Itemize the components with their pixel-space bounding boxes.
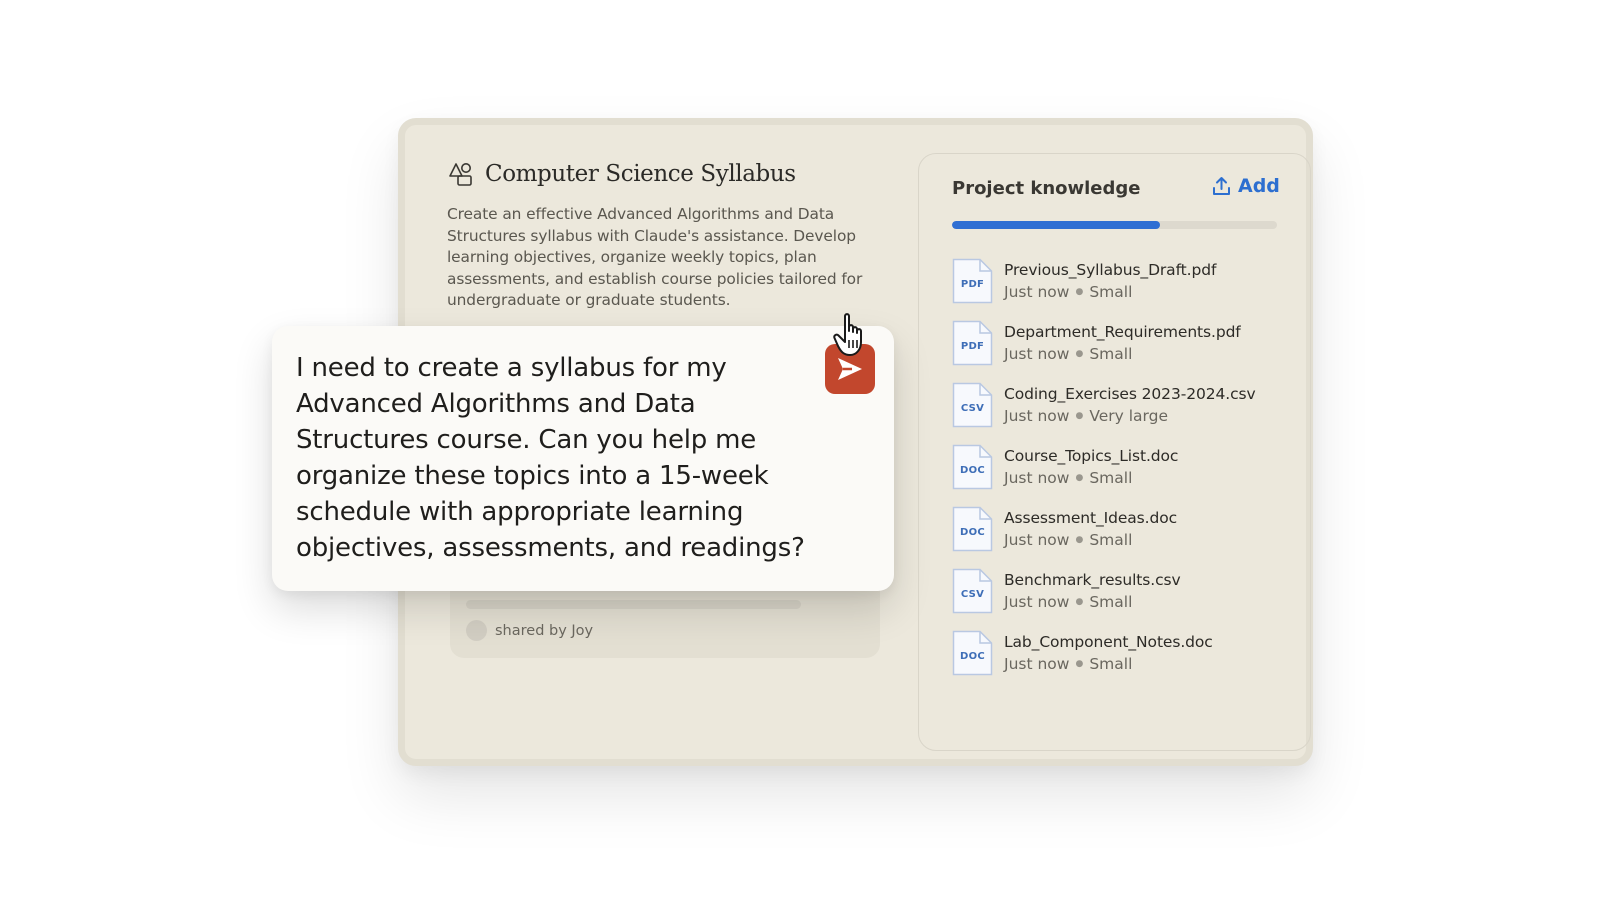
file-meta: Just now ● Very large	[1004, 407, 1169, 425]
pdf-file-icon: PDF	[952, 258, 993, 304]
file-item[interactable]: PDF Department_Requirements.pdf Just now…	[952, 312, 1256, 374]
knowledge-capacity-bar	[952, 221, 1277, 229]
project-shapes-icon	[447, 160, 475, 188]
doc-file-icon: DOC	[952, 444, 993, 490]
file-meta: Just now ● Small	[1004, 345, 1133, 363]
file-item[interactable]: DOC Lab_Component_Notes.doc Just now ● Sma…	[952, 622, 1256, 684]
file-item[interactable]: CSV Coding_Exercises 2023-2024.csv Just …	[952, 374, 1256, 436]
file-name: Department_Requirements.pdf	[1004, 323, 1241, 341]
prompt-text[interactable]: I need to create a syllabus for my Advan…	[296, 350, 836, 566]
conversation-placeholder-bar	[466, 600, 801, 609]
project-title: Computer Science Syllabus	[485, 161, 796, 187]
file-item[interactable]: CSV Benchmark_results.csv Just now ● Small	[952, 560, 1256, 622]
csv-file-icon: CSV	[952, 568, 993, 614]
shared-by-row: shared by Joy	[466, 620, 593, 641]
add-label: Add	[1238, 175, 1280, 197]
knowledge-capacity-fill	[952, 221, 1160, 229]
add-button[interactable]: Add	[1212, 175, 1280, 197]
hand-cursor-icon	[833, 313, 862, 356]
file-meta: Just now ● Small	[1004, 655, 1133, 673]
csv-file-icon: CSV	[952, 382, 993, 428]
project-header: Computer Science Syllabus	[447, 160, 796, 188]
file-item[interactable]: DOC Course_Topics_List.doc Just now ● Smal…	[952, 436, 1256, 498]
project-knowledge-panel: Project knowledge Add PDF Previous_Sylla…	[918, 153, 1311, 751]
knowledge-title: Project knowledge	[952, 178, 1141, 199]
file-item[interactable]: DOC Assessment_Ideas.doc Just now ● Small	[952, 498, 1256, 560]
file-list: PDF Previous_Syllabus_Draft.pdf Just now…	[952, 250, 1256, 684]
pdf-file-icon: PDF	[952, 320, 993, 366]
avatar	[466, 620, 487, 641]
file-meta: Just now ● Small	[1004, 593, 1133, 611]
upload-icon	[1213, 177, 1230, 195]
project-description: Create an effective Advanced Algorithms …	[447, 205, 863, 310]
file-name: Previous_Syllabus_Draft.pdf	[1004, 261, 1217, 279]
shared-by-label: shared by Joy	[495, 622, 594, 639]
file-meta: Just now ● Small	[1004, 469, 1133, 487]
file-meta: Just now ● Small	[1004, 531, 1133, 549]
doc-file-icon: DOC	[952, 630, 993, 676]
file-name: Course_Topics_List.doc	[1004, 447, 1179, 465]
prompt-bubble[interactable]: I need to create a syllabus for my Advan…	[272, 326, 894, 591]
send-arrow-icon	[838, 358, 862, 380]
file-name: Lab_Component_Notes.doc	[1004, 633, 1213, 651]
file-name: Assessment_Ideas.doc	[1004, 509, 1178, 527]
file-name: Benchmark_results.csv	[1004, 571, 1181, 589]
file-meta: Just now ● Small	[1004, 283, 1133, 301]
doc-file-icon: DOC	[952, 506, 993, 552]
file-item[interactable]: PDF Previous_Syllabus_Draft.pdf Just now…	[952, 250, 1256, 312]
file-name: Coding_Exercises 2023-2024.csv	[1004, 385, 1256, 403]
